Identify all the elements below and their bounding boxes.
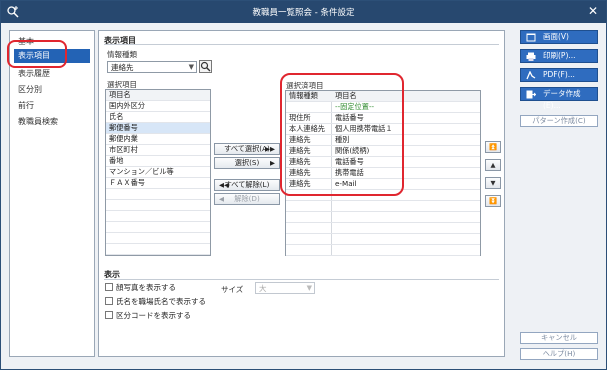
select-button[interactable]: 選択(S) ▶ [214, 157, 280, 169]
list-empty-row [286, 234, 480, 245]
list-empty-row [286, 245, 480, 256]
select-label: 選択(S) [234, 158, 260, 167]
list-item[interactable]: 国内外区分 [106, 101, 210, 112]
workplace-name-checkbox[interactable] [105, 297, 113, 305]
printer-icon [526, 52, 536, 61]
pdf-button[interactable]: PDF(F)... [520, 68, 598, 82]
move-top-button[interactable]: ⏫ [485, 141, 501, 153]
pdf-icon [526, 71, 536, 80]
select-all-button[interactable]: すべて選択(A) ▶▶ [214, 143, 280, 155]
photo-option[interactable]: 顔写真を表示する [105, 283, 176, 293]
move-bottom-button[interactable]: ⏬ [485, 195, 501, 207]
list-empty-row [286, 201, 480, 212]
list-empty-row [286, 212, 480, 223]
search-button[interactable] [199, 60, 212, 73]
dialog-window: 教職員一覧照会 - 条件設定 ✕ 基本 表示項目 表示履歴 区分別 前行 教職員… [0, 0, 607, 370]
arrow-right-icon: ▶ [270, 159, 275, 167]
nav-item-category[interactable]: 区分別 [14, 83, 90, 97]
list-item[interactable]: 氏名 [106, 112, 210, 123]
size-value: 大 [259, 284, 267, 293]
list-item[interactable]: 市区町村 [106, 145, 210, 156]
highlight-outline-selected [280, 73, 404, 196]
help-button[interactable]: ヘルプ(H) [520, 348, 598, 360]
category-code-option[interactable]: 区分コードを表示する [105, 311, 191, 321]
selection-list[interactable]: 項目名 国内外区分 氏名 郵便番号 郵便内業 市区町村 番地 マンション／ビル等… [105, 89, 211, 256]
deselect-all-button[interactable]: ◀◀ すべて解除(L) [214, 179, 280, 191]
print-button-label: 印刷(P)... [543, 51, 576, 60]
select-all-label: すべて選択(A) [224, 144, 270, 153]
size-select[interactable]: 大 ▼ [255, 282, 315, 294]
nav-item-staff-search[interactable]: 教職員検索 [14, 115, 90, 129]
list-empty-row [106, 233, 210, 244]
chevron-down-icon: ▼ [188, 63, 194, 71]
print-button[interactable]: 印刷(P)... [520, 49, 598, 63]
pattern-create-button[interactable]: パターン作成(C) [520, 115, 598, 127]
deselect-button[interactable]: ◀ 解除(D) [214, 193, 280, 205]
move-down-button[interactable]: ▼ [485, 177, 501, 189]
info-type-label: 情報種類 [107, 50, 137, 59]
list-item[interactable]: 郵便番号 [106, 123, 210, 134]
pdf-button-label: PDF(F)... [543, 70, 575, 79]
workplace-name-option[interactable]: 氏名を職場氏名で表示する [105, 297, 206, 307]
list-empty-row [106, 211, 210, 222]
cancel-button[interactable]: キャンセル [520, 332, 598, 344]
search-icon [200, 61, 211, 72]
window-title: 教職員一覧照会 - 条件設定 [252, 8, 355, 18]
info-type-select[interactable]: 連絡先 ▼ [107, 61, 197, 73]
move-up-button[interactable]: ▲ [485, 159, 501, 171]
close-icon[interactable]: ✕ [586, 4, 600, 18]
data-create-button-label: データ作成(E)... [543, 89, 581, 110]
list-item[interactable]: 番地 [106, 156, 210, 167]
data-create-button[interactable]: データ作成(E)... [520, 87, 598, 110]
workplace-name-option-label: 氏名を職場氏名で表示する [116, 297, 206, 306]
screen-icon [526, 33, 536, 42]
list-empty-row [106, 222, 210, 233]
list-item[interactable]: マンション／ビル等 [106, 167, 210, 178]
photo-checkbox[interactable] [105, 283, 113, 291]
list-empty-row [106, 189, 210, 200]
nav-item-prev-row[interactable]: 前行 [14, 99, 90, 113]
nav-item-display-history[interactable]: 表示履歴 [14, 67, 90, 81]
highlight-outline-nav [7, 40, 67, 68]
photo-option-label: 顔写真を表示する [116, 283, 176, 292]
size-label: サイズ [221, 285, 244, 294]
arrow-left-icon: ◀ [219, 195, 224, 203]
screen-button-label: 画面(V) [543, 32, 569, 41]
double-arrow-left-icon: ◀◀ [219, 181, 229, 189]
list-empty-row [286, 223, 480, 234]
screen-button[interactable]: 画面(V) [520, 30, 598, 44]
selection-header: 項目名 [106, 90, 210, 101]
category-code-checkbox[interactable] [105, 311, 113, 319]
deselect-all-label: すべて解除(L) [224, 180, 270, 189]
data-export-icon [526, 90, 536, 99]
list-item[interactable]: ＦＡＸ番号 [106, 178, 210, 189]
list-empty-row [106, 200, 210, 211]
title-bar: 教職員一覧照会 - 条件設定 ✕ [1, 1, 606, 23]
list-empty-row [106, 244, 210, 255]
left-nav: 基本 表示項目 表示履歴 区分別 前行 教職員検索 [9, 30, 95, 357]
category-code-option-label: 区分コードを表示する [116, 311, 191, 320]
info-type-value: 連絡先 [111, 63, 134, 72]
double-arrow-right-icon: ▶▶ [265, 145, 275, 153]
chevron-down-icon: ▼ [306, 284, 312, 292]
list-item[interactable]: 郵便内業 [106, 134, 210, 145]
deselect-label: 解除(D) [234, 194, 260, 203]
